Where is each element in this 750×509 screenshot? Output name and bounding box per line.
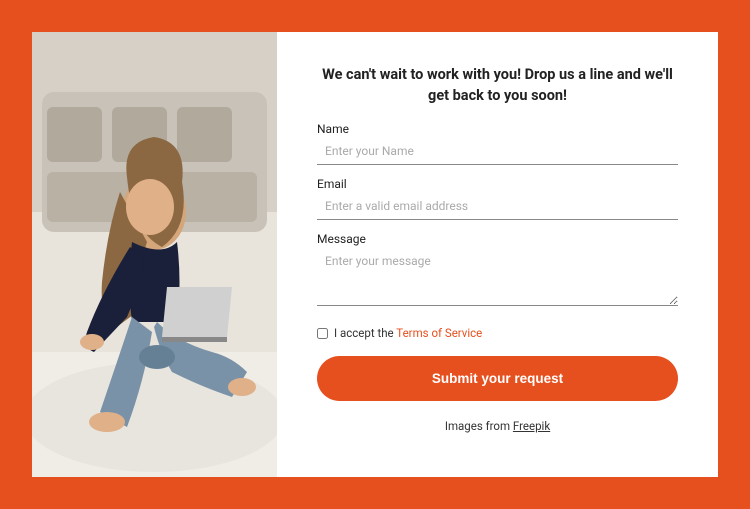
form-panel: We can't wait to work with you! Drop us … (277, 32, 718, 477)
field-email: Email (317, 177, 678, 220)
message-label: Message (317, 232, 678, 246)
terms-link[interactable]: Terms of Service (396, 326, 482, 340)
name-label: Name (317, 122, 678, 136)
hero-image (32, 32, 277, 477)
credit-link[interactable]: Freepik (513, 419, 550, 433)
image-credit: Images from Freepik (317, 419, 678, 433)
email-label: Email (317, 177, 678, 191)
email-input[interactable] (317, 193, 678, 220)
name-input[interactable] (317, 138, 678, 165)
message-input[interactable] (317, 248, 678, 306)
field-name: Name (317, 122, 678, 165)
form-heading: We can't wait to work with you! Drop us … (317, 64, 678, 106)
contact-card: We can't wait to work with you! Drop us … (32, 32, 718, 477)
submit-button[interactable]: Submit your request (317, 356, 678, 401)
terms-row: I accept the Terms of Service (317, 326, 678, 340)
terms-checkbox[interactable] (317, 328, 328, 339)
terms-text: I accept the Terms of Service (334, 326, 482, 340)
field-message: Message (317, 232, 678, 310)
